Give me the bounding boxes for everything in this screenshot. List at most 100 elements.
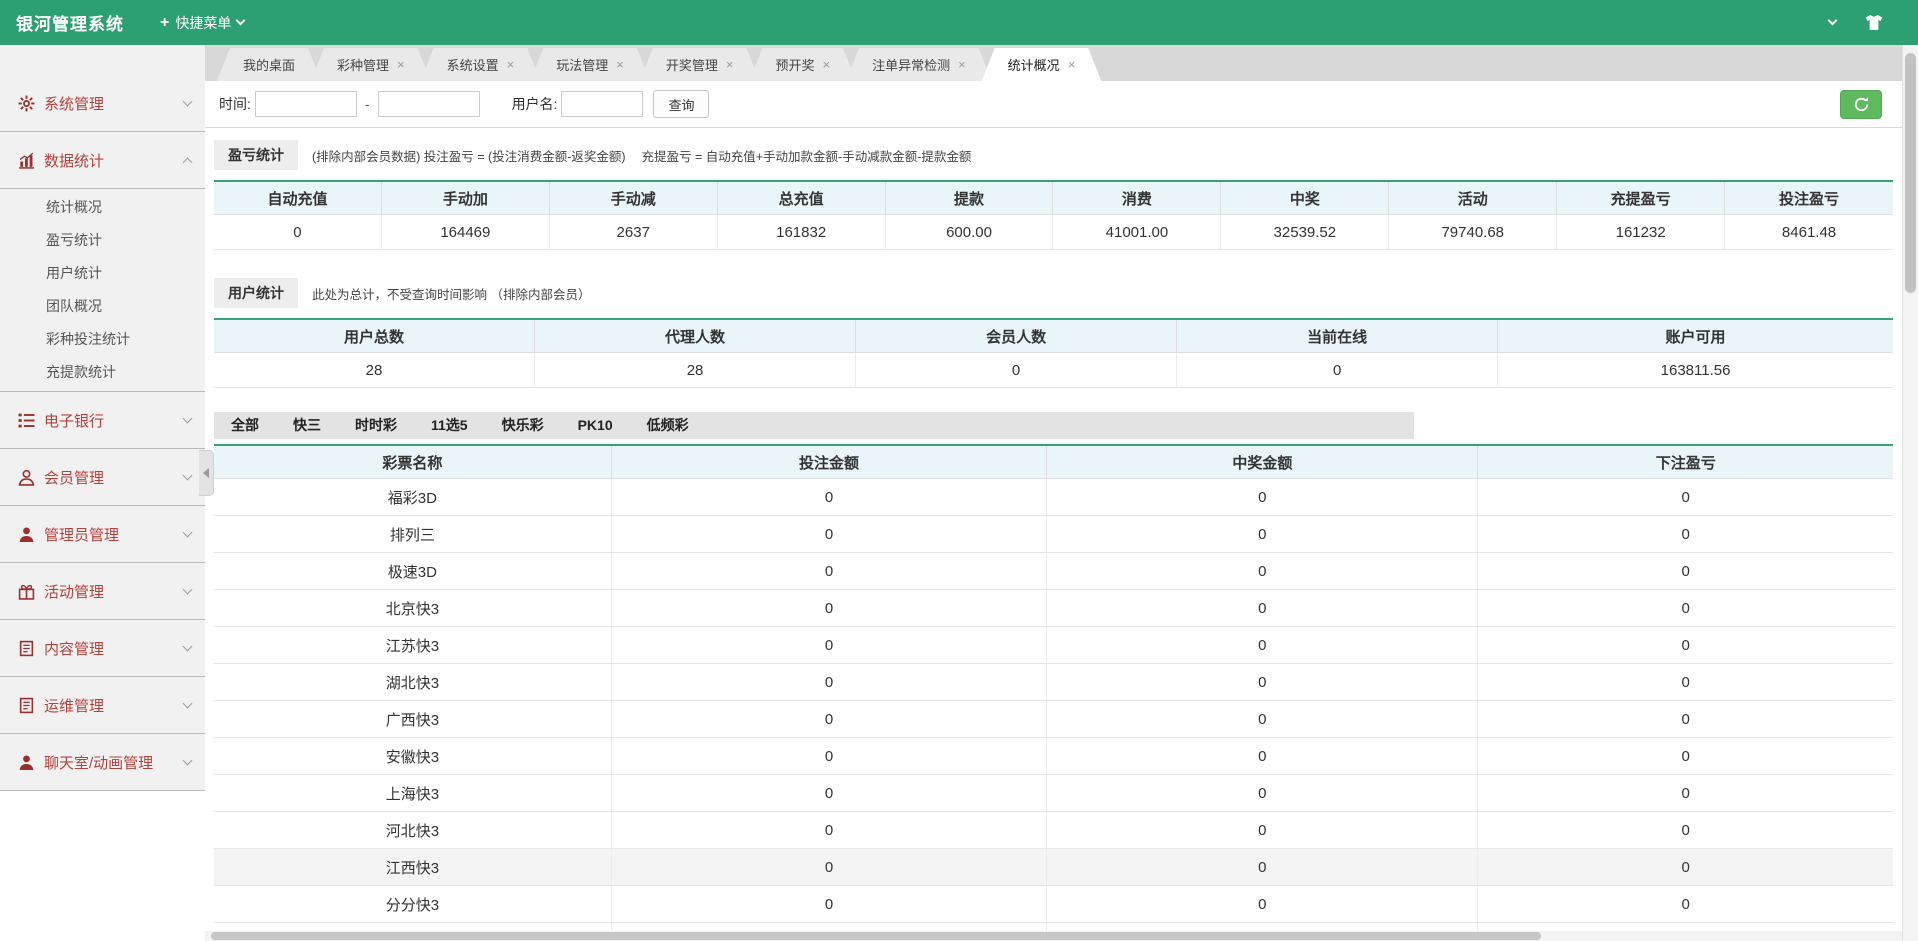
- time-end-input[interactable]: [378, 91, 480, 117]
- theme-shirt-button[interactable]: [1864, 14, 1884, 32]
- cell-bet-amount: 0: [612, 590, 1047, 627]
- cell-bet-amount: 0: [612, 849, 1047, 886]
- column-header: 手动加: [382, 182, 550, 215]
- category-tab-lowfreq[interactable]: 低频彩: [630, 412, 706, 439]
- username-input[interactable]: [561, 91, 643, 117]
- sidebar-item-ops[interactable]: 运维管理: [0, 677, 205, 734]
- cell-withdraw: 600.00: [886, 215, 1054, 250]
- tab-lottery-management[interactable]: 彩种管理 ×: [311, 48, 431, 81]
- column-header: 彩票名称: [214, 446, 612, 479]
- category-tab-11x5[interactable]: 11选5: [414, 412, 485, 439]
- profit-stats-table: 自动充值 手动加 手动减 总充值 提款 消费 中奖 活动 充提盈亏 投注盈亏 0…: [214, 180, 1893, 250]
- close-icon[interactable]: ×: [507, 58, 515, 71]
- table-row: 0 164469 2637 161832 600.00 41001.00 325…: [214, 215, 1893, 250]
- cell-win-amount: 0: [1047, 627, 1478, 664]
- username-label: 用户名:: [512, 94, 558, 114]
- user-outline-icon: [18, 469, 35, 486]
- category-tab-k3[interactable]: 快三: [276, 412, 338, 439]
- sidebar-item-data-stats[interactable]: 数据统计: [0, 132, 205, 189]
- cell-lottery-name: 广西快3: [214, 701, 612, 738]
- collapse-header-button[interactable]: [1829, 21, 1836, 24]
- sidebar-subitem-team-overview[interactable]: 团队概况: [0, 290, 205, 323]
- close-icon[interactable]: ×: [726, 58, 734, 71]
- tab-play-management[interactable]: 玩法管理 ×: [530, 48, 650, 81]
- user-section-tab: 用户统计: [214, 278, 298, 308]
- cell-bet-profit: 0: [1478, 812, 1893, 849]
- cell-online-now: 0: [1177, 353, 1498, 388]
- sidebar-subitem-stats-overview[interactable]: 统计概况: [0, 191, 205, 224]
- cell-auto-deposit: 0: [214, 215, 382, 250]
- column-header: 自动充值: [214, 182, 382, 215]
- cell-bet-amount: 0: [612, 923, 1047, 931]
- column-header: 提款: [886, 182, 1054, 215]
- sidebar-item-label: 管理员管理: [44, 524, 184, 545]
- sidebar-item-system[interactable]: 系统管理: [0, 75, 205, 132]
- table-row: 五分快3 0 0 0: [214, 923, 1893, 931]
- cell-bet-amount: 0: [612, 775, 1047, 812]
- chevron-left-icon: [203, 468, 209, 478]
- column-header: 中奖: [1221, 182, 1389, 215]
- close-icon[interactable]: ×: [1068, 58, 1076, 71]
- sidebar-subitem-deposit-withdraw-stats[interactable]: 充提款统计: [0, 356, 205, 389]
- tab-label: 我的桌面: [243, 55, 295, 74]
- category-tab-all[interactable]: 全部: [214, 412, 276, 439]
- tab-stats-overview[interactable]: 统计概况 ×: [982, 48, 1102, 81]
- tab-system-settings[interactable]: 系统设置 ×: [421, 48, 541, 81]
- cell-deposit-withdraw-profit: 161232: [1557, 215, 1725, 250]
- query-button[interactable]: 查询: [653, 90, 709, 118]
- category-tab-pk10[interactable]: PK10: [561, 412, 630, 439]
- sidebar-item-label: 会员管理: [44, 467, 184, 488]
- cell-total-deposit: 161832: [718, 215, 886, 250]
- category-tab-ssc[interactable]: 时时彩: [338, 412, 414, 439]
- sidebar-item-admins[interactable]: 管理员管理: [0, 506, 205, 563]
- sidebar-item-members[interactable]: 会员管理: [0, 449, 205, 506]
- tab-pre-draw[interactable]: 预开奖 ×: [749, 48, 856, 81]
- range-separator: -: [365, 96, 370, 112]
- cell-win-amount: 0: [1047, 923, 1478, 931]
- sidebar-item-activities[interactable]: 活动管理: [0, 563, 205, 620]
- sidebar-subitem-lottery-bet-stats[interactable]: 彩种投注统计: [0, 323, 205, 356]
- tab-my-desktop[interactable]: 我的桌面: [217, 48, 321, 81]
- close-icon[interactable]: ×: [822, 58, 830, 71]
- cell-bet-amount: 0: [612, 812, 1047, 849]
- lottery-stats-table: 彩票名称 投注金额 中奖金额 下注盈亏 福彩3D 0 0 0 排列三 0 0 0…: [214, 444, 1893, 931]
- table-row: 广西快3 0 0 0: [214, 701, 1893, 738]
- filter-bar: 时间: - 用户名: 查询: [205, 81, 1902, 128]
- tab-abnormal-bet-detection[interactable]: 注单异常检测 ×: [846, 48, 992, 81]
- cell-bet-amount: 0: [612, 553, 1047, 590]
- column-header: 当前在线: [1177, 320, 1498, 353]
- cell-lottery-name: 安徽快3: [214, 738, 612, 775]
- cell-lottery-name: 五分快3: [214, 923, 612, 931]
- profit-section-tab: 盈亏统计: [214, 140, 298, 170]
- refresh-button[interactable]: [1840, 90, 1882, 119]
- table-row: 极速3D 0 0 0: [214, 553, 1893, 590]
- close-icon[interactable]: ×: [616, 58, 624, 71]
- sidebar-item-chatroom[interactable]: 聊天室/动画管理: [0, 734, 205, 791]
- chevron-down-icon: [183, 642, 193, 652]
- cell-lottery-name: 江西快3: [214, 849, 612, 886]
- horizontal-scrollbar-thumb[interactable]: [211, 932, 1541, 940]
- sidebar-subitem-profit-stats[interactable]: 盈亏统计: [0, 224, 205, 257]
- quick-menu-label: 快捷菜单: [175, 13, 231, 33]
- table-header-row: 自动充值 手动加 手动减 总充值 提款 消费 中奖 活动 充提盈亏 投注盈亏: [214, 182, 1893, 215]
- quick-menu-button[interactable]: + 快捷菜单: [146, 0, 258, 45]
- time-start-input[interactable]: [255, 91, 357, 117]
- cell-win-amount: 0: [1047, 849, 1478, 886]
- category-tab-klc[interactable]: 快乐彩: [485, 412, 561, 439]
- vertical-scrollbar-thumb[interactable]: [1905, 53, 1916, 293]
- chevron-down-icon: [183, 585, 193, 595]
- close-icon[interactable]: ×: [397, 58, 405, 71]
- sidebar-item-ebank[interactable]: 电子银行: [0, 392, 205, 449]
- tab-label: 开奖管理: [666, 55, 718, 74]
- sidebar-item-content[interactable]: 内容管理: [0, 620, 205, 677]
- cell-bet-profit: 0: [1478, 701, 1893, 738]
- sidebar-collapse-handle[interactable]: [199, 450, 214, 496]
- sidebar-subitem-user-stats[interactable]: 用户统计: [0, 257, 205, 290]
- column-header: 下注盈亏: [1478, 446, 1893, 479]
- cell-win-amount: 0: [1047, 775, 1478, 812]
- tab-label: 彩种管理: [337, 55, 389, 74]
- document-icon: [18, 697, 35, 714]
- tab-label: 注单异常检测: [872, 55, 950, 74]
- tab-draw-management[interactable]: 开奖管理 ×: [640, 48, 760, 81]
- close-icon[interactable]: ×: [958, 58, 966, 71]
